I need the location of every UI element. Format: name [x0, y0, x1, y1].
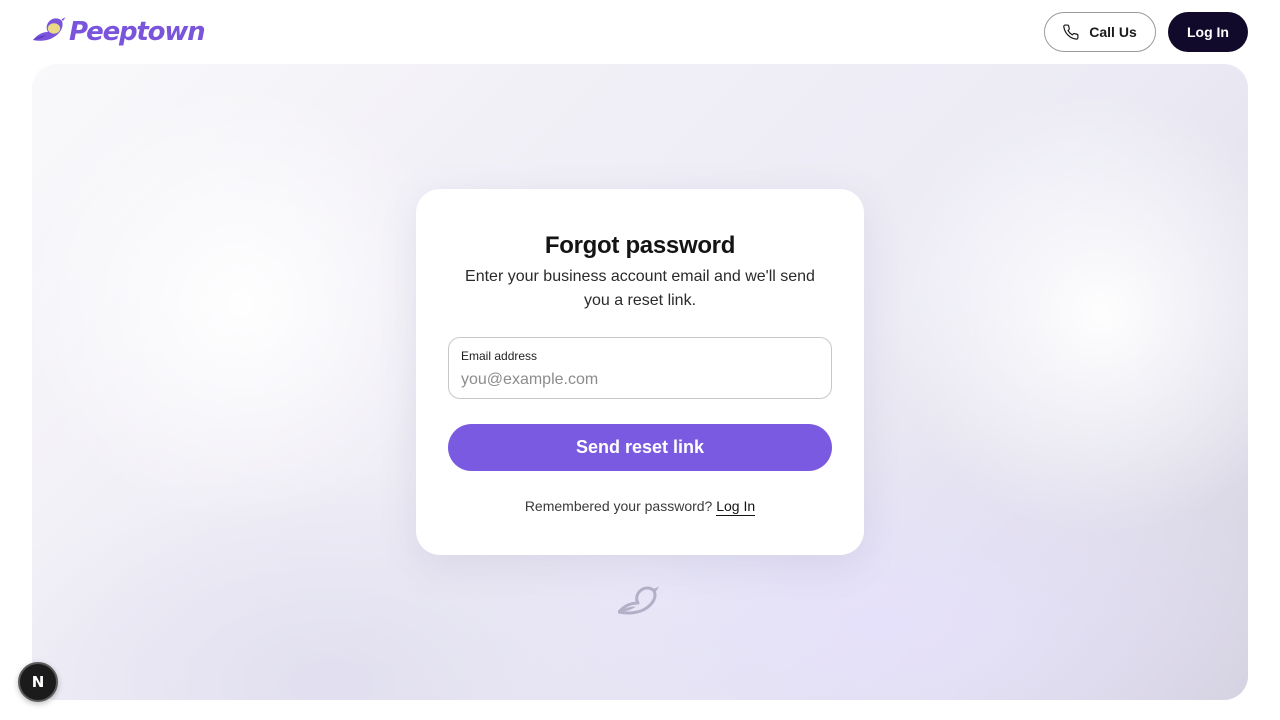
bird-icon [618, 586, 659, 615]
remembered-password-text: Remembered your password? Log In [416, 497, 864, 516]
brand-logo-link[interactable]: Peeptown [32, 14, 206, 50]
page-subtitle: Enter your business account email and we… [465, 268, 815, 309]
remembered-password-prompt: Remembered your password? [524, 498, 713, 514]
top-navigation: Peeptown Call Us Log In [0, 0, 1280, 64]
brand-name: Peeptown [69, 17, 206, 47]
nextjs-dev-badge[interactable]: N [18, 662, 58, 702]
header-login-button[interactable]: Log In [1168, 12, 1248, 52]
email-field[interactable]: Email address [448, 337, 832, 399]
email-field-label: Email address [461, 349, 538, 363]
forgot-password-card: Forgot password Enter your business acco… [416, 189, 864, 555]
page-title: Forgot password [544, 232, 736, 259]
send-reset-link-button[interactable]: Send reset link [448, 424, 832, 471]
nextjs-icon: N [31, 672, 45, 691]
email-input[interactable] [461, 368, 817, 392]
call-us-button[interactable]: Call Us [1044, 12, 1156, 52]
header-actions: Call Us Log In [1044, 12, 1248, 52]
bird-logo-icon [33, 17, 66, 41]
login-link[interactable]: Log In [716, 498, 756, 516]
call-us-label: Call Us [1089, 24, 1137, 40]
phone-icon [1063, 23, 1079, 40]
